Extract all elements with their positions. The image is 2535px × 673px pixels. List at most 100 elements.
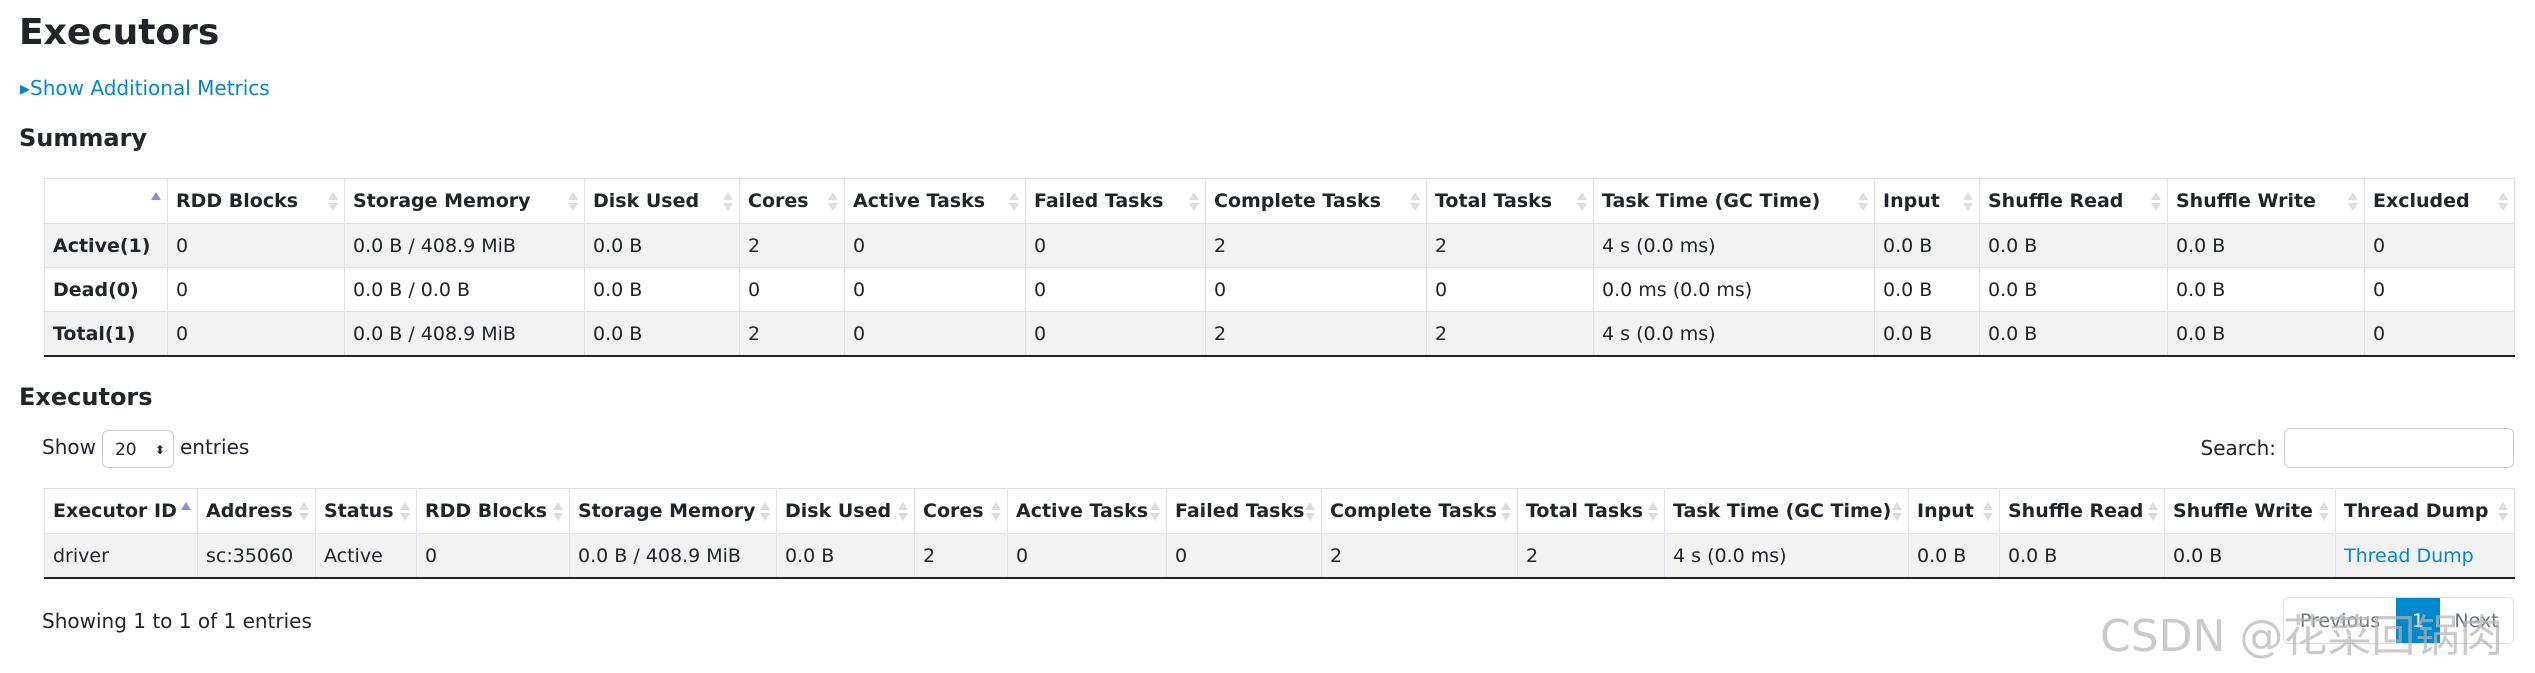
table-cell: 0.0 B xyxy=(1979,267,2168,312)
summary-heading: Summary xyxy=(19,124,148,152)
column-header[interactable]: Cores xyxy=(914,488,1008,534)
table-cell: 0 xyxy=(1166,533,1322,579)
table-cell: 0 xyxy=(844,311,1026,357)
show-additional-metrics-link[interactable]: ▸Show Additional Metrics xyxy=(20,76,270,100)
column-header[interactable]: Executor ID xyxy=(44,488,198,534)
entries-length-control: Show 20 ⬍ entries xyxy=(42,426,249,468)
sort-icon xyxy=(568,192,578,212)
column-header[interactable]: Storage Memory xyxy=(569,488,777,534)
table-info: Showing 1 to 1 of 1 entries xyxy=(42,609,312,633)
table-cell: 0 xyxy=(2364,267,2515,312)
column-header[interactable]: RDD Blocks xyxy=(416,488,570,534)
column-header[interactable]: Thread Dump xyxy=(2335,488,2515,534)
column-header[interactable]: Storage Memory xyxy=(344,178,585,224)
column-header[interactable]: Failed Tasks xyxy=(1025,178,1206,224)
table-cell: 4 s (0.0 ms) xyxy=(1593,311,1875,357)
table-cell: 2 xyxy=(739,311,845,357)
table-cell: 0 xyxy=(1025,311,1206,357)
table-cell: 0.0 ms (0.0 ms) xyxy=(1593,267,1875,312)
column-header[interactable]: Task Time (GC Time) xyxy=(1593,178,1875,224)
column-header[interactable]: Excluded xyxy=(2364,178,2515,224)
column-header[interactable]: Active Tasks xyxy=(844,178,1026,224)
table-cell: sc:35060 xyxy=(197,533,316,579)
table-cell: 0 xyxy=(167,267,345,312)
updown-icon: ⬍ xyxy=(154,442,165,457)
table-row: driver sc:35060 Active 0 0.0 B / 408.9 MiB 0.… xyxy=(44,533,2515,579)
column-header[interactable]: Input xyxy=(1908,488,2000,534)
column-header[interactable]: Status xyxy=(315,488,417,534)
table-cell: 0 xyxy=(1426,267,1594,312)
sort-icon xyxy=(1501,502,1511,522)
table-cell: 0 xyxy=(844,223,1026,268)
sort-icon xyxy=(2151,192,2161,212)
column-header[interactable]: Complete Tasks xyxy=(1205,178,1427,224)
table-cell: 0.0 B xyxy=(584,223,740,268)
table-cell: 0 xyxy=(1205,267,1427,312)
table-cell: Active(1) xyxy=(44,223,168,268)
table-cell: Active xyxy=(315,533,417,579)
column-header[interactable] xyxy=(44,178,168,224)
table-cell: 0.0 B / 408.9 MiB xyxy=(344,311,585,357)
sort-icon xyxy=(1648,502,1658,522)
table-cell: 0.0 B / 408.9 MiB xyxy=(344,223,585,268)
sort-asc-icon xyxy=(151,192,161,212)
column-header[interactable]: Shuffle Read xyxy=(1979,178,2168,224)
column-header[interactable]: Address xyxy=(197,488,316,534)
column-header[interactable]: Shuffle Write xyxy=(2167,178,2365,224)
executors-heading: Executors xyxy=(19,383,153,411)
table-cell: 0.0 B xyxy=(1979,311,2168,357)
table-cell: 0 xyxy=(844,267,1026,312)
column-header[interactable]: Shuffle Write xyxy=(2164,488,2336,534)
sort-icon xyxy=(991,502,1001,522)
table-cell: 0.0 B xyxy=(1979,223,2168,268)
table-cell: 2 xyxy=(1426,223,1594,268)
sort-icon xyxy=(1410,192,1420,212)
table-cell: 0.0 B xyxy=(776,533,915,579)
column-header[interactable]: Failed Tasks xyxy=(1166,488,1322,534)
search-input[interactable] xyxy=(2284,428,2514,468)
thread-dump-link[interactable]: Thread Dump xyxy=(2335,533,2515,579)
table-cell: 0 xyxy=(1007,533,1167,579)
sort-icon xyxy=(1150,502,1160,522)
table-cell: 2 xyxy=(1426,311,1594,357)
column-header[interactable]: Disk Used xyxy=(584,178,740,224)
table-cell: 0 xyxy=(1025,223,1206,268)
table-cell: Dead(0) xyxy=(44,267,168,312)
table-cell: 0.0 B xyxy=(1874,311,1980,357)
entries-select[interactable]: 20 ⬍ xyxy=(101,429,174,468)
column-header[interactable]: Input xyxy=(1874,178,1980,224)
column-header[interactable]: Shuffle Read xyxy=(1999,488,2165,534)
table-cell: 0.0 B xyxy=(584,311,740,357)
table-cell: 2 xyxy=(1321,533,1518,579)
column-header[interactable]: Disk Used xyxy=(776,488,915,534)
table-cell: 0 xyxy=(2364,223,2515,268)
table-cell: 0.0 B xyxy=(2167,311,2365,357)
sort-icon xyxy=(2319,502,2329,522)
table-cell: Total(1) xyxy=(44,311,168,357)
sort-icon xyxy=(2498,502,2508,522)
column-header[interactable]: Total Tasks xyxy=(1426,178,1594,224)
column-header[interactable]: Total Tasks xyxy=(1517,488,1665,534)
table-cell: 2 xyxy=(1517,533,1665,579)
table-cell: 2 xyxy=(914,533,1008,579)
column-header[interactable]: Cores xyxy=(739,178,845,224)
column-header[interactable]: Active Tasks xyxy=(1007,488,1167,534)
sort-icon xyxy=(299,502,309,522)
column-header[interactable]: RDD Blocks xyxy=(167,178,345,224)
table-cell: 0.0 B / 0.0 B xyxy=(344,267,585,312)
page-title: Executors xyxy=(19,12,220,53)
column-header[interactable]: Complete Tasks xyxy=(1321,488,1518,534)
column-header[interactable]: Task Time (GC Time) xyxy=(1664,488,1909,534)
table-cell: 0.0 B xyxy=(1999,533,2165,579)
sort-icon xyxy=(2348,192,2358,212)
table-cell: 0 xyxy=(167,311,345,357)
sort-icon xyxy=(2148,502,2158,522)
table-row: Total(1) 0 0.0 B / 408.9 MiB 0.0 B200224 s … xyxy=(44,311,2515,357)
table-cell: 2 xyxy=(1205,311,1427,357)
sort-icon xyxy=(328,192,338,212)
table-cell: 2 xyxy=(1205,223,1427,268)
table-row: Dead(0) 0 0.0 B / 0.0 B 0.0 B 0 0 0 0 0 0.0 ms (0… xyxy=(44,267,2515,312)
sort-icon xyxy=(1189,192,1199,212)
table-cell: 0.0 B xyxy=(1874,223,1980,268)
sort-icon xyxy=(723,192,733,212)
